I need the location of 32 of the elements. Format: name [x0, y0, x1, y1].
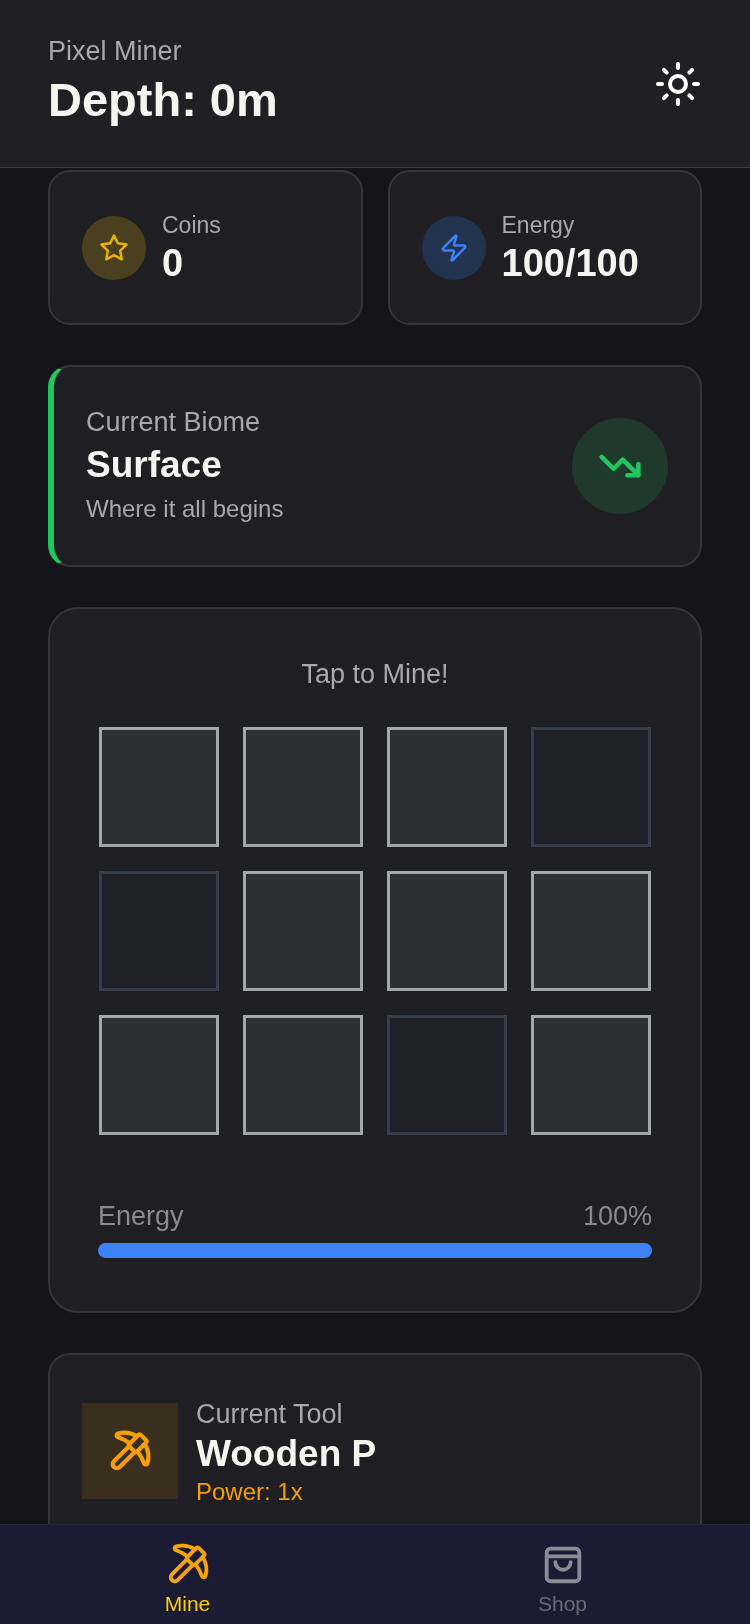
mine-tile[interactable]	[99, 1015, 219, 1135]
mine-tile[interactable]	[99, 727, 219, 847]
tool-name: Wooden P	[196, 1432, 377, 1476]
mine-tile[interactable]	[387, 1015, 507, 1135]
stat-value: 100/100	[501, 240, 639, 286]
mine-tile[interactable]	[387, 727, 507, 847]
energy-percent: 100%	[582, 1200, 652, 1233]
lightning-icon	[438, 232, 469, 263]
mine-tile[interactable]	[531, 871, 651, 991]
star-icon	[99, 232, 129, 263]
mine-tile[interactable]	[243, 727, 363, 847]
tool-label: Current Tool	[196, 1398, 344, 1431]
tool-power: Power: 1x	[196, 1477, 304, 1507]
theme-toggle-button[interactable]	[654, 60, 702, 108]
mine-tile[interactable]	[243, 1015, 363, 1135]
mine-tile[interactable]	[531, 727, 651, 847]
depth-title: Depth: 0m	[48, 72, 278, 128]
mine-tile[interactable]	[243, 871, 363, 991]
mine-tile[interactable]	[387, 871, 507, 991]
mine-prompt: Tap to Mine!	[300, 658, 450, 691]
mine-tile[interactable]	[531, 1015, 651, 1135]
biome-label: Current Biome	[86, 406, 262, 439]
biome-description: Where it all begins	[86, 494, 284, 524]
mine-tile[interactable]	[99, 871, 219, 991]
stat-label: Coins	[162, 210, 221, 240]
nav-tab[interactable]: Mine	[0, 1525, 375, 1624]
sun-icon	[654, 60, 702, 108]
biome-name: Surface	[86, 443, 223, 487]
stat-label: Energy	[501, 210, 576, 240]
stat-value: 0	[162, 240, 185, 286]
app-subtitle: Pixel Miner	[48, 35, 183, 68]
energy-label: Energy	[98, 1200, 184, 1233]
